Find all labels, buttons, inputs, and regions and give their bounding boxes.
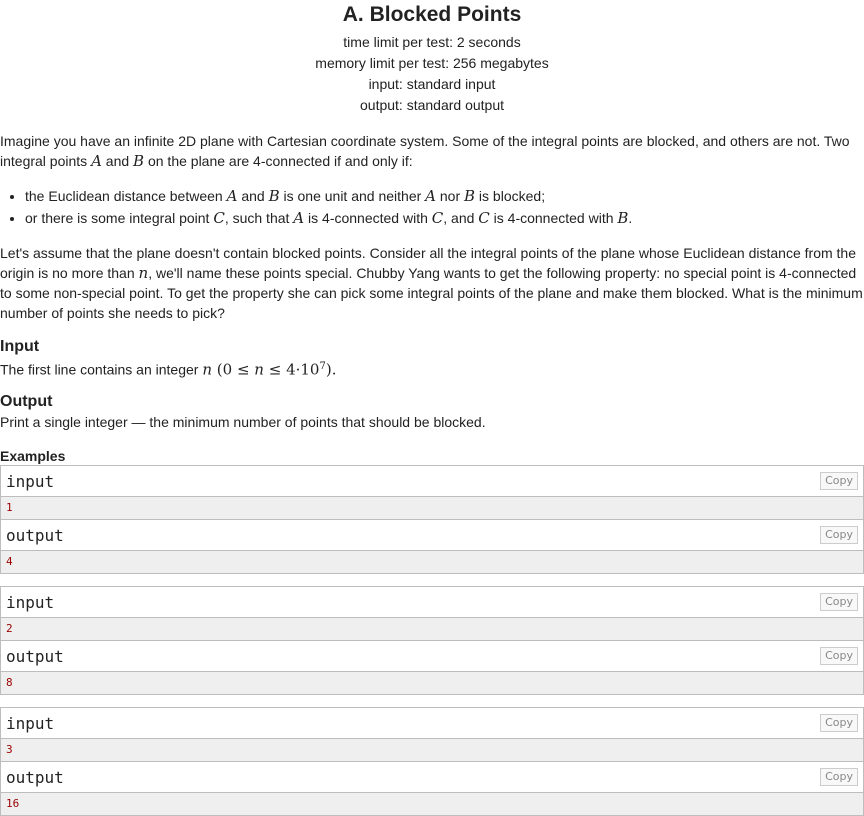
example-output-value: 16 [1, 793, 863, 815]
example-input-value: 1 [1, 497, 863, 520]
examples-title: Examples [0, 448, 66, 464]
memory-limit: memory limit per test: 256 megabytes [315, 55, 549, 71]
copy-button[interactable]: Copy [820, 647, 858, 665]
example-output-value: 4 [1, 551, 863, 573]
examples-section: Examples [0, 447, 864, 465]
example-output-header: output Copy [1, 641, 863, 672]
statement-paragraph-2: Let's assume that the plane doesn't cont… [0, 245, 863, 321]
problem-title: A. Blocked Points [342, 3, 522, 26]
condition-item: or there is some integral point C, such … [25, 207, 864, 229]
example-input-value: 2 [1, 618, 863, 641]
copy-button[interactable]: Copy [820, 472, 858, 490]
input-label: input [6, 593, 55, 612]
input-section: Input The first line contains an integer… [0, 337, 864, 380]
output-section: Output Print a single integer — the mini… [0, 392, 864, 432]
output-section-text: Print a single integer — the minimum num… [0, 414, 486, 430]
example-test-3: input Copy 3 output Copy 16 [0, 707, 864, 816]
input-label: input [6, 472, 55, 491]
input-spec: input: standard input [368, 76, 496, 92]
example-input-header: input Copy [1, 708, 863, 739]
example-input-header: input Copy [1, 587, 863, 618]
copy-button[interactable]: Copy [820, 714, 858, 732]
example-output-header: output Copy [1, 520, 863, 551]
input-section-title: Input [0, 338, 40, 355]
example-test-2: input Copy 2 output Copy 8 [0, 586, 864, 695]
statement-paragraph-1: Imagine you have an infinite 2D plane wi… [0, 133, 850, 170]
example-output-header: output Copy [1, 762, 863, 793]
example-input-value: 3 [1, 739, 863, 762]
input-label: input [6, 714, 55, 733]
output-label: output [6, 647, 64, 666]
time-limit: time limit per test: 2 seconds [343, 34, 521, 50]
output-label: output [6, 768, 64, 787]
example-test-1: input Copy 1 output Copy 4 [0, 465, 864, 574]
copy-button[interactable]: Copy [820, 593, 858, 611]
output-section-title: Output [0, 393, 53, 410]
condition-item: the Euclidean distance between A and B i… [25, 185, 864, 207]
problem-header: A. Blocked Points time limit per test: 2… [0, 0, 864, 116]
example-input-header: input Copy [1, 466, 863, 497]
output-label: output [6, 526, 64, 545]
copy-button[interactable]: Copy [820, 768, 858, 786]
condition-list: the Euclidean distance between A and B i… [0, 185, 864, 229]
output-spec: output: standard output [360, 97, 504, 113]
example-output-value: 8 [1, 672, 863, 694]
problem-statement: Imagine you have an infinite 2D plane wi… [0, 131, 864, 171]
copy-button[interactable]: Copy [820, 526, 858, 544]
input-section-text: The first line contains an integer n (0 … [0, 360, 337, 379]
statement-paragraph-2-wrap: Let's assume that the plane doesn't cont… [0, 243, 864, 323]
